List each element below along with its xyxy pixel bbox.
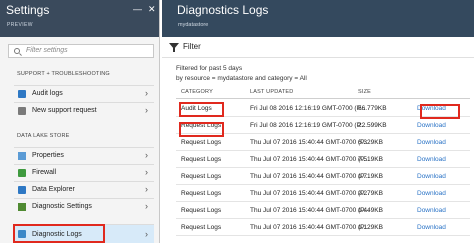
row-size: 6.329KB: [358, 139, 383, 146]
settings-item-properties[interactable]: Properties ›: [14, 147, 154, 163]
settings-title: Settings: [6, 3, 50, 17]
chevron-right-icon: ›: [145, 229, 148, 239]
settings-item-label: Data Explorer: [32, 186, 75, 193]
chevron-right-icon: ›: [145, 105, 148, 115]
settings-item-label: Properties: [32, 152, 64, 159]
highlight-frame: [13, 224, 105, 243]
settings-item-new-support-request[interactable]: New support request ›: [14, 102, 154, 118]
row-size: 1.129KB: [358, 224, 383, 231]
row-last-updated: Thu Jul 07 2016 15:40:44 GMT-0700 (P...: [250, 190, 370, 197]
settings-blade: Settings PREVIEW — ✕ Filter settings SUP…: [0, 0, 160, 243]
filter-button[interactable]: Filter: [183, 42, 201, 51]
row-category: Request Logs: [181, 224, 222, 231]
row-category: Request Logs: [181, 207, 222, 214]
download-link[interactable]: Download: [417, 190, 446, 197]
filter-summary-line2: by resource = mydatastore and category =…: [176, 75, 307, 82]
diagnostics-toolbar: Filter: [162, 37, 474, 58]
row-last-updated: Fri Jul 08 2016 12:16:19 GMT-0700 (P...: [250, 105, 366, 112]
highlight-frame: [179, 122, 224, 137]
table-row: Request Logs Thu Jul 07 2016 15:40:44 GM…: [176, 151, 470, 168]
download-link[interactable]: Download: [417, 224, 446, 231]
row-size: 1.719KB: [358, 173, 383, 180]
row-category: Request Logs: [181, 139, 222, 146]
chevron-right-icon: ›: [145, 201, 148, 211]
row-size: 22.599KB: [358, 122, 387, 129]
column-size: SIZE: [358, 89, 372, 95]
filter-icon[interactable]: [169, 43, 179, 52]
data-explorer-icon: [18, 186, 26, 194]
table-row: Request Logs Thu Jul 07 2016 15:40:44 GM…: [176, 168, 470, 185]
download-link[interactable]: Download: [417, 139, 446, 146]
filter-settings-input[interactable]: Filter settings: [8, 44, 154, 58]
download-link[interactable]: Download: [417, 173, 446, 180]
section-data-lake-store: DATA LAKE STORE: [17, 133, 70, 139]
row-last-updated: Thu Jul 07 2016 15:40:44 GMT-0700 (P...: [250, 224, 370, 231]
chevron-right-icon: ›: [145, 167, 148, 177]
settings-item-firewall[interactable]: Firewall ›: [14, 164, 154, 180]
close-icon[interactable]: ✕: [148, 4, 156, 15]
row-size: 7.519KB: [358, 156, 383, 163]
settings-item-diagnostic-settings[interactable]: Diagnostic Settings ›: [14, 198, 154, 214]
audit-log-icon: [18, 90, 26, 98]
settings-item-label: Audit logs: [32, 90, 63, 97]
column-category: CATEGORY: [181, 89, 213, 95]
filter-settings-placeholder: Filter settings: [26, 47, 68, 54]
diagnostics-subtitle: mydatastore: [178, 22, 209, 28]
settings-item-data-explorer[interactable]: Data Explorer ›: [14, 181, 154, 197]
chevron-right-icon: ›: [145, 184, 148, 194]
settings-header: Settings PREVIEW — ✕: [0, 0, 159, 37]
row-last-updated: Thu Jul 07 2016 15:40:44 GMT-0700 (P...: [250, 207, 370, 214]
highlight-frame: [179, 102, 224, 117]
diagnostic-settings-icon: [18, 203, 26, 211]
row-size: 56.779KB: [358, 105, 387, 112]
row-category: Request Logs: [181, 190, 222, 197]
table-row: Request Logs Thu Jul 07 2016 15:40:44 GM…: [176, 202, 470, 219]
row-size: 2.279KB: [358, 190, 383, 197]
settings-item-label: Diagnostic Settings: [32, 203, 92, 210]
download-link[interactable]: Download: [417, 207, 446, 214]
support-icon: [18, 107, 26, 115]
row-category: Request Logs: [181, 156, 222, 163]
column-last-updated: LAST UPDATED: [250, 89, 294, 95]
download-link[interactable]: Download: [417, 122, 446, 129]
section-support-troubleshooting: SUPPORT + TROUBLESHOOTING: [17, 71, 110, 77]
diagnostics-blade: Diagnostics Logs mydatastore Filter Filt…: [162, 0, 474, 243]
highlight-frame: [420, 104, 460, 119]
settings-item-label: New support request: [32, 107, 97, 114]
row-last-updated: Thu Jul 07 2016 15:40:44 GMT-0700 (P...: [250, 156, 370, 163]
logs-table-header: CATEGORY LAST UPDATED SIZE: [176, 85, 470, 99]
row-last-updated: Thu Jul 07 2016 15:40:44 GMT-0700 (P...: [250, 139, 370, 146]
settings-item-label: Firewall: [32, 169, 57, 176]
pin-icon[interactable]: —: [133, 4, 142, 14]
settings-subtitle: PREVIEW: [7, 22, 33, 28]
table-row: Request Logs Thu Jul 07 2016 15:40:44 GM…: [176, 185, 470, 202]
diagnostics-title: Diagnostics Logs: [177, 3, 269, 17]
settings-item-audit-logs[interactable]: Audit logs ›: [14, 85, 154, 101]
chevron-right-icon: ›: [145, 150, 148, 160]
table-row: Request Logs Thu Jul 07 2016 15:40:44 GM…: [176, 219, 470, 236]
row-category: Request Logs: [181, 173, 222, 180]
search-icon: [14, 48, 20, 54]
firewall-icon: [18, 169, 26, 177]
row-size: 1.449KB: [358, 207, 383, 214]
chevron-right-icon: ›: [145, 88, 148, 98]
diagnostics-header: Diagnostics Logs mydatastore: [162, 0, 474, 37]
download-link[interactable]: Download: [417, 156, 446, 163]
row-last-updated: Thu Jul 07 2016 15:40:44 GMT-0700 (P...: [250, 173, 370, 180]
filter-summary-line1: Filtered for past 5 days: [176, 65, 243, 72]
row-last-updated: Fri Jul 08 2016 12:16:19 GMT-0700 (P...: [250, 122, 366, 129]
properties-icon: [18, 152, 26, 160]
